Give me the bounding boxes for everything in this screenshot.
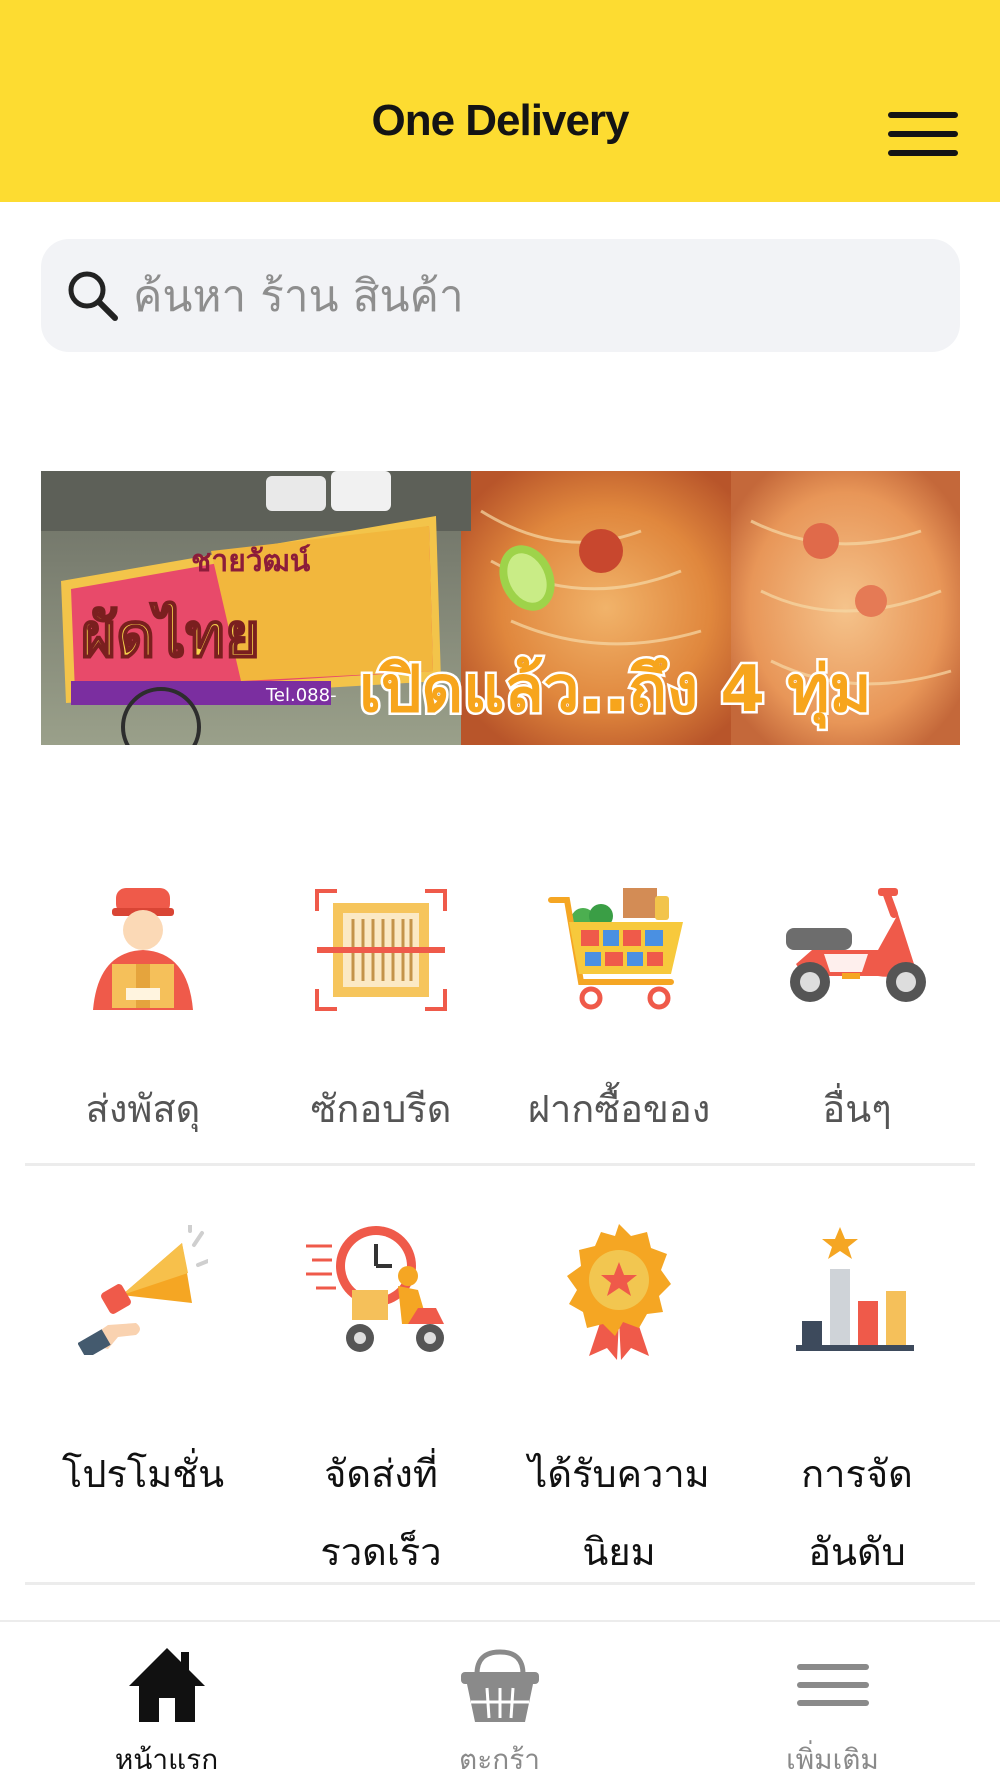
category-label-line2: อันดับ bbox=[808, 1530, 906, 1574]
category-others[interactable]: อื่นๆ bbox=[739, 870, 975, 1160]
category-label: ฝากซื้อของ bbox=[527, 1087, 711, 1131]
hamburger-menu-button[interactable] bbox=[884, 110, 962, 158]
banner-sign-subtext: ชายวัฒน์ bbox=[191, 544, 311, 579]
laundry-scan-icon bbox=[315, 889, 447, 1011]
category-label: ส่งพัสดุ bbox=[85, 1087, 201, 1131]
category-laundry[interactable]: ซักอบรีด bbox=[263, 870, 499, 1160]
category-label-line1: โปรโมชั่น bbox=[61, 1452, 225, 1496]
category-label-line2: นิยม bbox=[582, 1530, 656, 1574]
banner-promo-text: เปิดแล้ว..ถึง 4 ทุ่ม bbox=[359, 653, 872, 729]
category-shopping[interactable]: ฝากซื้อของ bbox=[501, 870, 737, 1160]
category-label: ซักอบรีด bbox=[310, 1087, 452, 1131]
search-bar[interactable] bbox=[41, 239, 960, 352]
megaphone-icon bbox=[78, 1225, 208, 1355]
category-label: อื่นๆ bbox=[822, 1087, 892, 1131]
category-divider bbox=[25, 1582, 975, 1585]
hamburger-menu-icon bbox=[888, 112, 958, 118]
search-input[interactable] bbox=[133, 261, 933, 331]
category-popular[interactable]: ได้รับความ นิยม bbox=[501, 1220, 737, 1580]
bottom-navigation: หน้าแรก ตะกร้า เพิ่มเติม bbox=[0, 1620, 1000, 1778]
nav-basket[interactable]: ตะกร้า bbox=[333, 1622, 666, 1778]
search-icon bbox=[68, 271, 118, 321]
category-ranking[interactable]: การจัด อันดับ bbox=[739, 1220, 975, 1580]
category-fast-delivery[interactable]: จัดส่งที่ รวดเร็ว bbox=[263, 1220, 499, 1580]
nav-more[interactable]: เพิ่มเติม bbox=[666, 1622, 999, 1778]
promo-banner[interactable]: ผัดไทย ชายวัฒน์ Tel.088- เปิดแล้ว..ถึง 4… bbox=[41, 471, 960, 745]
home-icon bbox=[128, 1648, 205, 1722]
basket-icon bbox=[460, 1649, 539, 1722]
category-label-line2: รวดเร็ว bbox=[320, 1530, 442, 1574]
category-promotion[interactable]: โปรโมชั่น bbox=[25, 1220, 261, 1580]
delivery-man-icon bbox=[93, 888, 193, 1010]
ranking-chart-icon bbox=[796, 1227, 914, 1351]
category-label-line1: ได้รับความ bbox=[528, 1452, 710, 1496]
nav-home[interactable]: หน้าแรก bbox=[0, 1622, 333, 1778]
category-label-line1: จัดส่งที่ bbox=[324, 1452, 438, 1496]
nav-label: ตะกร้า bbox=[459, 1743, 540, 1776]
app-header: One Delivery bbox=[0, 0, 1000, 202]
category-parcel[interactable]: ส่งพัสดุ bbox=[25, 870, 261, 1160]
category-divider bbox=[25, 1163, 975, 1166]
scooter-icon bbox=[786, 888, 926, 1002]
nav-label: เพิ่มเติม bbox=[786, 1743, 879, 1776]
banner-phone-text: Tel.088- bbox=[265, 685, 337, 706]
category-label-line1: การจัด bbox=[801, 1452, 913, 1496]
app-title: One Delivery bbox=[371, 96, 629, 145]
banner-sign-text: ผัดไทย bbox=[81, 600, 260, 671]
shopping-cart-icon bbox=[548, 888, 683, 1010]
nav-label: หน้าแรก bbox=[114, 1743, 219, 1776]
award-badge-icon bbox=[567, 1224, 671, 1360]
more-menu-icon bbox=[796, 1664, 869, 1706]
fast-delivery-icon bbox=[306, 1226, 444, 1352]
